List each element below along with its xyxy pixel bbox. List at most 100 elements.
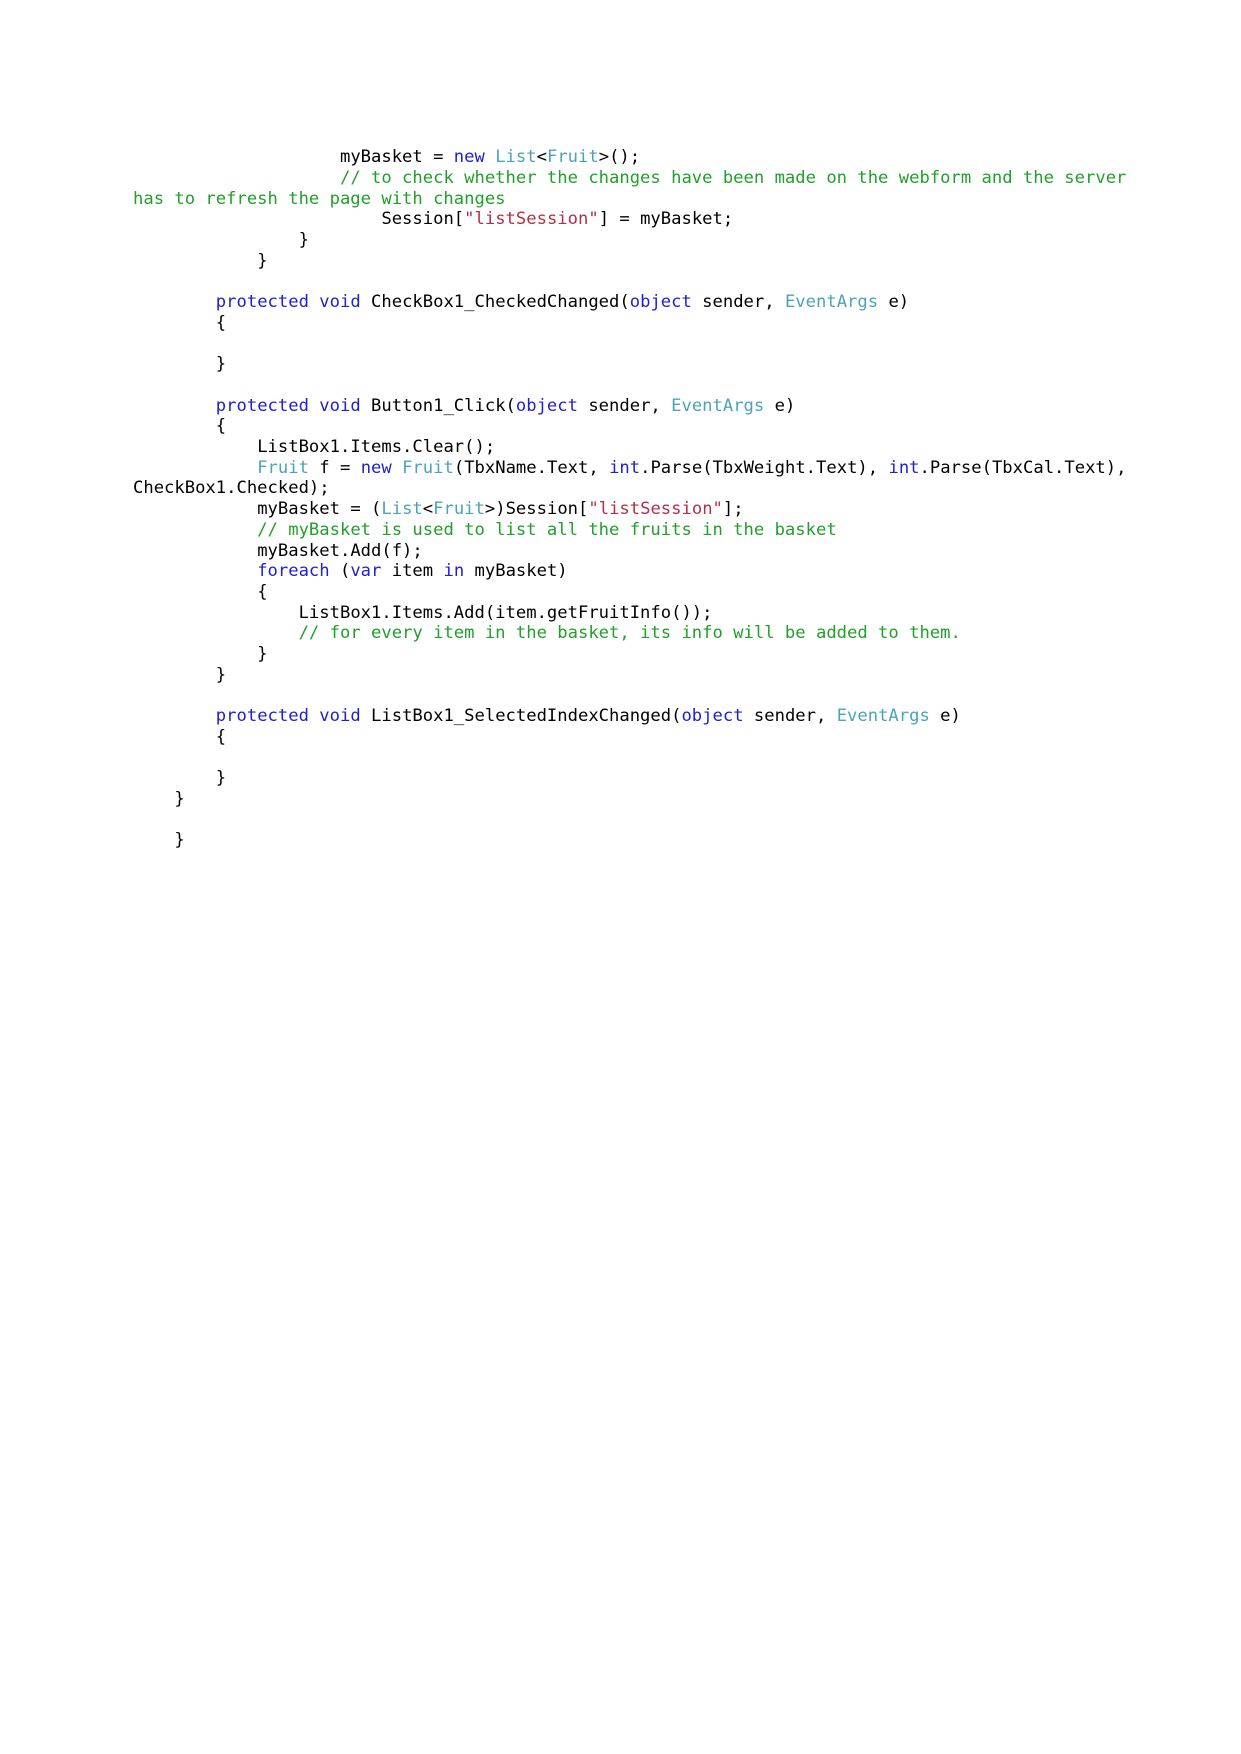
code-token-pl: myBasket =	[133, 147, 454, 168]
code-token-pl: ];	[722, 499, 744, 520]
code-token-pl: ListBox1_SelectedIndexChanged(	[360, 706, 682, 727]
code-line: Session["listSession"] = myBasket;	[133, 209, 1133, 230]
code-token-type: List	[495, 147, 537, 168]
code-token-kw: in	[443, 561, 465, 582]
code-line: }	[133, 768, 1133, 789]
code-line: protected void CheckBox1_CheckedChanged(…	[133, 292, 1133, 313]
code-token-pl: myBasket)	[464, 561, 568, 582]
code-token-pl: CheckBox1_CheckedChanged(	[360, 292, 630, 313]
code-token-pl: e)	[764, 395, 796, 416]
code-line	[133, 375, 1133, 396]
code-token-pl: >();	[598, 147, 641, 168]
code-line: {	[133, 416, 1133, 437]
code-token-kw: new	[453, 147, 485, 168]
code-token-kw: object	[515, 395, 578, 416]
code-token-pl: }	[133, 664, 227, 685]
code-token-pl: item	[381, 561, 444, 582]
code-token-kw: new	[360, 457, 392, 478]
code-token-str: "listSession"	[464, 209, 599, 230]
code-line	[133, 271, 1133, 292]
code-token-type: List	[381, 499, 423, 520]
code-line: // for every item in the basket, its inf…	[133, 623, 1133, 644]
code-token-kw: protected void	[215, 292, 361, 313]
code-token-kw: foreach	[257, 561, 330, 582]
code-token-pl: e)	[929, 706, 961, 727]
code-token-type: Fruit	[546, 147, 599, 168]
code-token-pl: .Parse(TbxWeight.Text),	[640, 457, 889, 478]
code-line: {	[133, 582, 1133, 603]
code-token-pl: Session[	[133, 209, 465, 230]
code-token-pl: (	[329, 561, 351, 582]
code-token-kw: var	[350, 561, 382, 582]
code-line	[133, 810, 1133, 831]
code-token-pl: e)	[878, 292, 910, 313]
code-token-type: Fruit	[257, 457, 309, 478]
code-token-type: EventArgs	[671, 395, 765, 416]
code-token-pl: }	[133, 230, 309, 250]
code-line: // to check whether the changes have bee…	[133, 168, 1133, 209]
code-listing: myBasket = new List<Fruit>(); // to chec…	[133, 147, 1133, 851]
code-token-kw: object	[629, 292, 692, 313]
code-token-type: Fruit	[433, 499, 485, 520]
code-line: }	[133, 789, 1133, 810]
code-token-pl: sender,	[743, 706, 837, 727]
code-line	[133, 748, 1133, 769]
code-token-kw: int	[609, 457, 641, 478]
code-token-kw: int	[888, 457, 920, 478]
code-token-pl: <	[422, 499, 434, 520]
code-token-cmt: // myBasket is used to list all the frui…	[257, 519, 837, 540]
code-token-kw: object	[681, 706, 744, 727]
code-line: protected void Button1_Click(object send…	[133, 396, 1133, 417]
code-token-type: EventArgs	[836, 706, 930, 727]
document-page: myBasket = new List<Fruit>(); // to chec…	[0, 0, 1241, 1754]
code-token-pl: Button1_Click(	[360, 395, 516, 416]
code-token-kw: protected void	[215, 706, 361, 727]
code-token-pl: <	[536, 147, 547, 168]
code-token-pl: myBasket = (	[133, 499, 382, 520]
code-line: Fruit f = new Fruit(TbxName.Text, int.Pa…	[133, 458, 1133, 499]
code-token-pl: (TbxName.Text,	[453, 457, 610, 478]
code-token-pl: }	[133, 354, 227, 375]
code-token-pl: sender,	[691, 292, 785, 313]
code-token-cmt: // for every item in the basket, its inf…	[298, 623, 961, 644]
code-token-type: EventArgs	[784, 292, 879, 313]
code-token-pl: {	[133, 581, 268, 602]
code-line: myBasket.Add(f);	[133, 541, 1133, 562]
code-line: }	[133, 230, 1133, 251]
code-line: {	[133, 727, 1133, 748]
code-line: }	[133, 830, 1133, 851]
code-token-pl: myBasket.Add(f);	[133, 540, 423, 561]
code-line: foreach (var item in myBasket)	[133, 561, 1133, 582]
code-token-pl: f =	[308, 457, 361, 478]
code-token-type: Fruit	[402, 457, 454, 478]
code-token-str: "listSession"	[588, 499, 723, 520]
code-token-pl: ListBox1.Items.Add(item.getFruitInfo());	[133, 602, 713, 623]
code-line: }	[133, 644, 1133, 665]
code-line: {	[133, 313, 1133, 334]
code-token-pl: sender,	[577, 395, 672, 416]
code-line: // myBasket is used to list all the frui…	[133, 520, 1133, 541]
code-line: ListBox1.Items.Add(item.getFruitInfo());	[133, 603, 1133, 624]
code-line	[133, 685, 1133, 706]
code-line: }	[133, 354, 1133, 375]
code-token-pl: }	[133, 644, 268, 665]
code-token-pl: }	[133, 768, 227, 789]
code-token-pl: }	[133, 250, 268, 271]
code-token-pl: ListBox1.Items.Clear();	[133, 437, 496, 458]
code-line	[133, 334, 1133, 355]
